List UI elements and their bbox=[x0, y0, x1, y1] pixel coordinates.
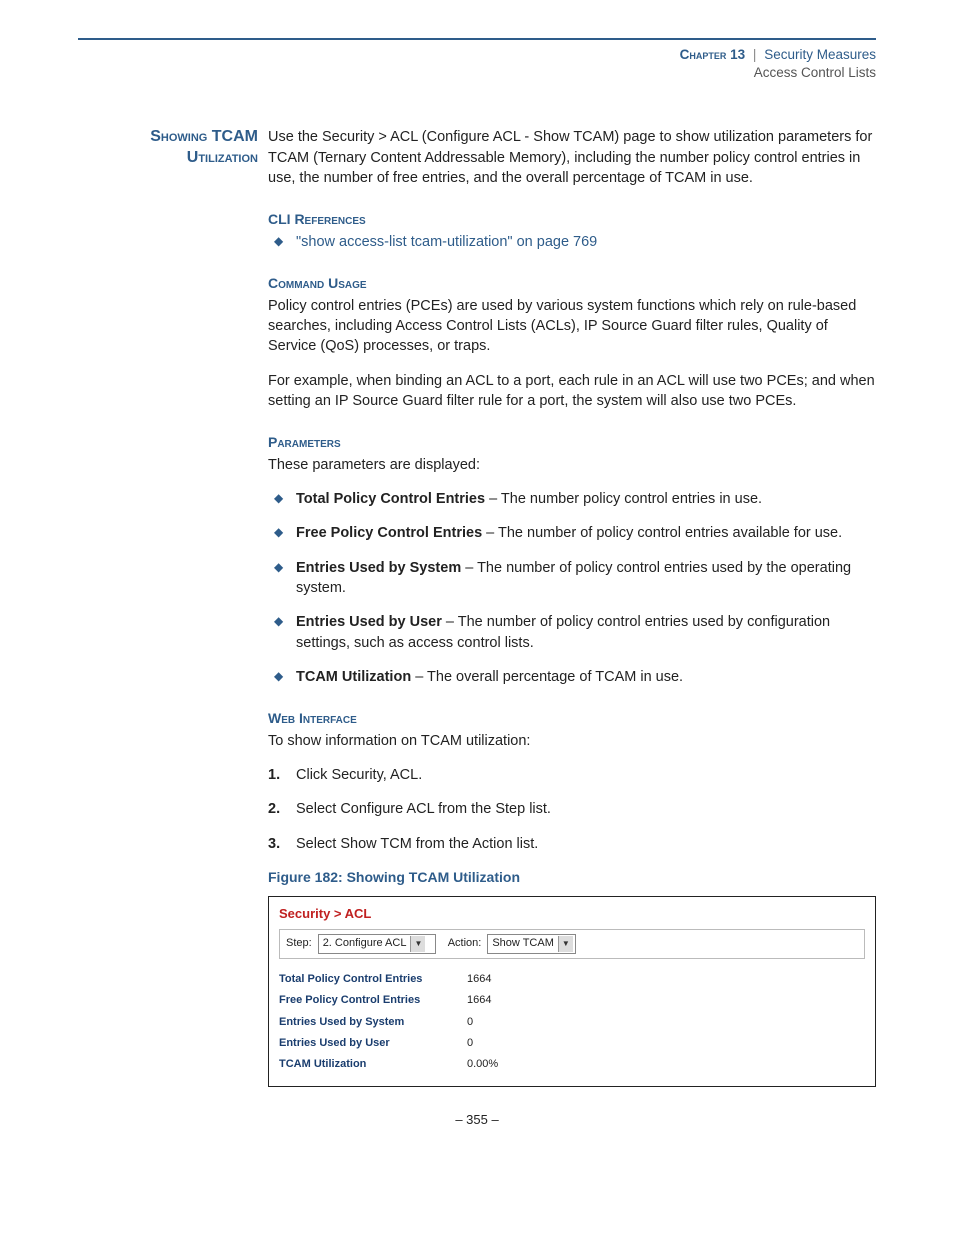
step-select[interactable]: 2. Configure ACL ▼ bbox=[318, 934, 436, 954]
section-title: Access Control Lists bbox=[754, 65, 876, 80]
command-usage-p1: Policy control entries (PCEs) are used b… bbox=[268, 296, 876, 357]
web-interface-intro: To show information on TCAM utilization: bbox=[268, 731, 876, 751]
table-row: Entries Used by User0 bbox=[279, 1033, 516, 1054]
chevron-down-icon: ▼ bbox=[558, 936, 573, 952]
step-label: Step: bbox=[286, 936, 312, 951]
cli-references-heading: CLI References bbox=[268, 210, 876, 230]
command-usage-heading: Command Usage bbox=[268, 274, 876, 294]
parameters-intro: These parameters are displayed: bbox=[268, 455, 876, 475]
ui-toolbar: Step: 2. Configure ACL ▼ Action: Show TC… bbox=[279, 929, 865, 959]
table-row: Free Policy Control Entries1664 bbox=[279, 990, 516, 1011]
parameters-list: Total Policy Control Entries – The numbe… bbox=[268, 489, 876, 687]
cli-reference-item: "show access-list tcam-utilization" on p… bbox=[268, 232, 876, 252]
page-number: – 355 – bbox=[78, 1111, 876, 1129]
margin-heading: Showing TCAM Utilization bbox=[78, 127, 268, 1086]
table-row: TCAM Utilization0.00% bbox=[279, 1054, 516, 1075]
figure-caption: Figure 182: Showing TCAM Utilization bbox=[268, 868, 876, 888]
chevron-down-icon: ▼ bbox=[410, 936, 425, 952]
chapter-label: Chapter 13 bbox=[680, 47, 746, 62]
ui-breadcrumb: Security > ACL bbox=[279, 905, 865, 923]
step-item: 3.Select Show TCM from the Action list. bbox=[268, 834, 876, 854]
web-interface-steps: 1.Click Security, ACL. 2.Select Configur… bbox=[268, 765, 876, 854]
step-item: 2.Select Configure ACL from the Step lis… bbox=[268, 799, 876, 819]
parameters-heading: Parameters bbox=[268, 433, 876, 453]
step-item: 1.Click Security, ACL. bbox=[268, 765, 876, 785]
intro-paragraph: Use the Security > ACL (Configure ACL - … bbox=[268, 127, 876, 188]
chapter-title: Security Measures bbox=[764, 47, 876, 62]
running-header: Chapter 13 | Security Measures Access Co… bbox=[78, 46, 876, 82]
parameter-item: Free Policy Control Entries – The number… bbox=[268, 523, 876, 543]
tcam-screenshot-panel: Security > ACL Step: 2. Configure ACL ▼ … bbox=[268, 896, 876, 1087]
parameter-item: TCAM Utilization – The overall percentag… bbox=[268, 667, 876, 687]
table-row: Entries Used by System0 bbox=[279, 1012, 516, 1033]
parameter-item: Total Policy Control Entries – The numbe… bbox=[268, 489, 876, 509]
parameter-item: Entries Used by System – The number of p… bbox=[268, 558, 876, 599]
cli-reference-link[interactable]: "show access-list tcam-utilization" on p… bbox=[296, 234, 597, 250]
parameter-item: Entries Used by User – The number of pol… bbox=[268, 612, 876, 653]
action-select[interactable]: Show TCAM ▼ bbox=[487, 934, 576, 954]
web-interface-heading: Web Interface bbox=[268, 709, 876, 729]
action-label: Action: bbox=[448, 936, 482, 951]
table-row: Total Policy Control Entries1664 bbox=[279, 969, 516, 990]
command-usage-p2: For example, when binding an ACL to a po… bbox=[268, 371, 876, 412]
tcam-data-table: Total Policy Control Entries1664 Free Po… bbox=[279, 969, 516, 1076]
